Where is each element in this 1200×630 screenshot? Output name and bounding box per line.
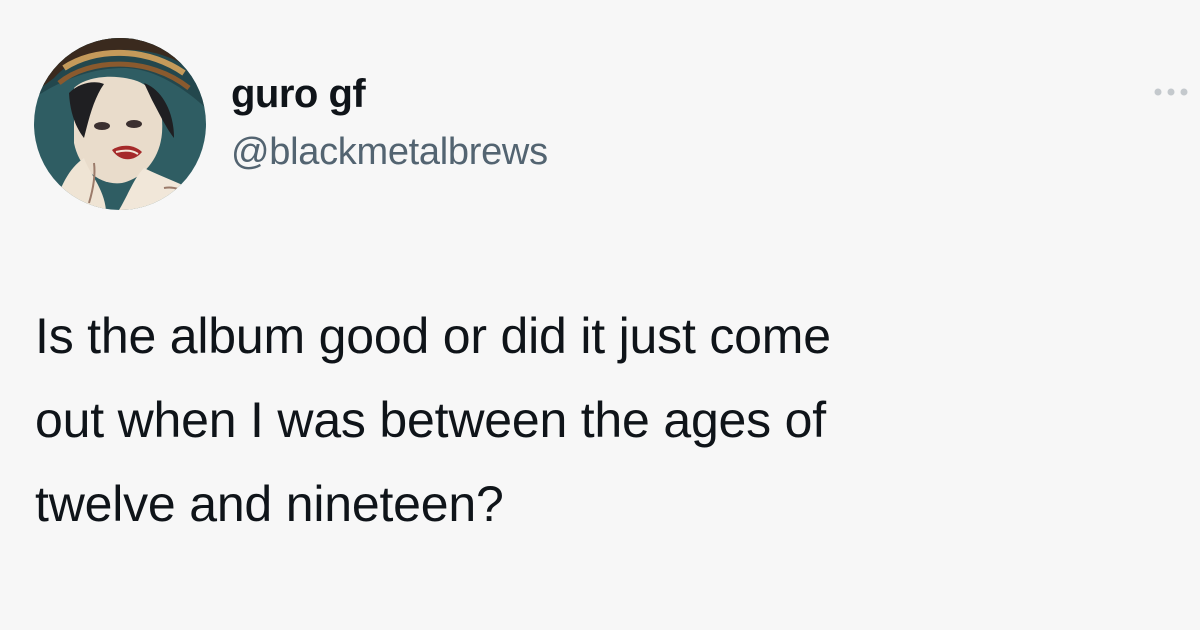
avatar-portrait-icon bbox=[34, 38, 206, 210]
more-options-button[interactable] bbox=[1150, 80, 1194, 104]
user-avatar[interactable] bbox=[34, 38, 206, 210]
more-dots-icon bbox=[1154, 88, 1188, 96]
user-handle[interactable]: @blackmetalbrews bbox=[231, 131, 548, 174]
tweet-card: guro gf @blackmetalbrews Is the album go… bbox=[0, 0, 1200, 630]
user-display-name[interactable]: guro gf bbox=[231, 72, 366, 117]
tweet-text: Is the album good or did it just come ou… bbox=[35, 308, 831, 532]
